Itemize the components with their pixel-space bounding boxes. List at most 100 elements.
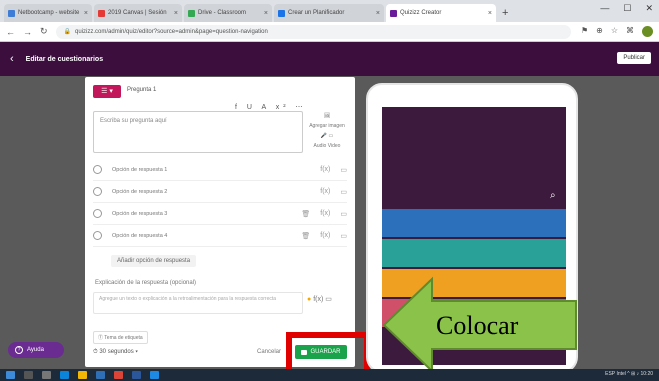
- formula-icon[interactable]: f(x): [320, 188, 330, 196]
- close-icon[interactable]: ×: [485, 10, 492, 17]
- browser-tab[interactable]: 2019 Canvas | Sesión ×: [94, 4, 182, 22]
- close-window-icon[interactable]: ✕: [645, 3, 653, 14]
- photos-icon[interactable]: [150, 371, 159, 379]
- tab-favicon: [188, 9, 195, 17]
- trash-icon[interactable]: 🗑: [301, 232, 310, 240]
- image-icon[interactable]: ▭: [325, 296, 332, 303]
- url-text: quizizz.com/admin/quiz/editor?source=adm…: [75, 28, 268, 35]
- store-icon[interactable]: [96, 371, 105, 379]
- close-icon[interactable]: ×: [261, 10, 268, 17]
- url-field[interactable]: 🔒 quizizz.com/admin/quiz/editor?source=ad…: [55, 24, 571, 39]
- window-controls: — ☐ ✕: [600, 3, 653, 14]
- answer-text[interactable]: Opción de respuesta 3: [112, 211, 301, 217]
- tab-label: 2019 Canvas | Sesión: [108, 10, 167, 16]
- zoom-icon[interactable]: ⊕: [596, 26, 603, 37]
- answer-text[interactable]: Opción de respuesta 2: [112, 189, 320, 195]
- feedback-tools: ● f(x) ▭: [307, 295, 332, 303]
- task-view-icon[interactable]: [42, 371, 51, 379]
- correct-answer-radio[interactable]: [93, 231, 102, 240]
- search-icon[interactable]: [24, 371, 33, 379]
- answer-option[interactable]: Opción de respuesta 2 f(x) ▭: [93, 181, 347, 203]
- question-editor: ☰ ▾ Pregunta 1 f U A x² ⋯ Escriba su pre…: [85, 77, 355, 367]
- star-icon[interactable]: ☆: [611, 26, 618, 37]
- back-icon[interactable]: ←: [6, 27, 15, 37]
- windows-icon[interactable]: [6, 371, 15, 379]
- correct-answer-radio[interactable]: [93, 165, 102, 174]
- formula-icon[interactable]: f(x): [320, 232, 330, 240]
- answer-option[interactable]: Opción de respuesta 3 🗑 f(x) ▭: [93, 203, 347, 225]
- browser-tab-active[interactable]: Quizizz Creator ×: [386, 4, 496, 22]
- avatar[interactable]: [642, 26, 653, 37]
- close-icon[interactable]: ×: [171, 10, 178, 17]
- preview-option-1: [382, 209, 566, 237]
- page-title: Editar de cuestionarios: [25, 55, 104, 63]
- lightbulb-icon[interactable]: ●: [307, 296, 311, 303]
- answer-tools: f(x) ▭: [320, 188, 347, 196]
- add-answer-button[interactable]: Añadir opción de respuesta: [111, 255, 197, 267]
- feedback-label: Explicación de la respuesta (opcional): [95, 280, 197, 286]
- publish-button[interactable]: Publicar: [617, 52, 651, 64]
- media-label: Audio Video: [313, 143, 341, 149]
- image-icon[interactable]: ▭: [340, 210, 347, 218]
- image-icon[interactable]: ▭: [340, 232, 347, 240]
- minimize-icon[interactable]: —: [600, 3, 609, 14]
- word-icon[interactable]: [132, 371, 141, 379]
- system-tray: ESP Intel ^ ⊞ ♪ 10:20: [605, 371, 653, 377]
- folder-icon[interactable]: [78, 371, 87, 379]
- browser-tab[interactable]: Drive - Classroom ×: [184, 4, 272, 22]
- format-toolbar[interactable]: f U A x² ⋯: [235, 103, 307, 111]
- extensions-icon[interactable]: ⚑: [581, 26, 588, 37]
- answer-text[interactable]: Opción de respuesta 1: [112, 167, 320, 173]
- answer-text[interactable]: Opción de respuesta 4: [112, 233, 301, 239]
- question-input[interactable]: Escriba su pregunta aquí: [93, 111, 303, 153]
- formula-icon[interactable]: f(x): [313, 296, 323, 303]
- forward-icon[interactable]: →: [23, 27, 32, 37]
- audio-icon[interactable]: 🎤 ▭: [307, 131, 347, 141]
- maximize-icon[interactable]: ☐: [623, 3, 631, 14]
- new-tab-button[interactable]: +: [502, 7, 508, 19]
- correct-answer-radio[interactable]: [93, 209, 102, 218]
- help-icon: ?: [15, 346, 23, 354]
- answer-tools: f(x) ▭: [320, 166, 347, 174]
- trash-icon[interactable]: 🗑: [301, 210, 310, 218]
- answer-tools: 🗑 f(x) ▭: [301, 210, 347, 218]
- chrome-icon[interactable]: [114, 371, 123, 379]
- formula-icon[interactable]: f(x): [320, 166, 330, 174]
- answer-option[interactable]: Opción de respuesta 4 🗑 f(x) ▭: [93, 225, 347, 247]
- cancel-button[interactable]: Cancelar: [257, 349, 281, 355]
- question-type-dropdown[interactable]: ☰ ▾: [93, 85, 121, 98]
- tab-label: Drive - Classroom: [198, 10, 247, 16]
- magnify-icon[interactable]: ⌕: [550, 190, 556, 201]
- puzzle-icon[interactable]: ⌘: [626, 26, 634, 37]
- preview-option-2: [382, 239, 566, 267]
- close-icon[interactable]: ×: [373, 10, 380, 17]
- feedback-input[interactable]: Agregue un texto o explicación a la retr…: [93, 292, 303, 314]
- time-limit-select[interactable]: ⏱ 30 segundos ▾: [93, 349, 138, 356]
- tab-label: Netbootcamp - website: [18, 10, 80, 16]
- formula-icon[interactable]: f(x): [320, 210, 330, 218]
- app-header: ‹ Editar de cuestionarios Publicar: [0, 42, 659, 76]
- taskbar: ESP Intel ^ ⊞ ♪ 10:20: [0, 369, 659, 381]
- answer-list: Opción de respuesta 1 f(x) ▭ Opción de re…: [93, 159, 347, 247]
- image-icon[interactable]: ▭: [340, 166, 347, 174]
- tab-label: Crear un Planificador: [288, 10, 345, 16]
- question-label: Pregunta 1: [127, 87, 157, 93]
- reload-icon[interactable]: ↻: [40, 26, 48, 37]
- edge-icon[interactable]: [60, 371, 69, 379]
- tag-chip[interactable]: Ⓣ Tema de etiqueta: [93, 331, 148, 344]
- help-label: Ayuda: [27, 347, 44, 353]
- answer-tools: 🗑 f(x) ▭: [301, 232, 347, 240]
- browser-tab[interactable]: Crear un Planificador ×: [274, 4, 384, 22]
- browser-actions: ⚑ ⊕ ☆ ⌘: [581, 26, 653, 37]
- tab-favicon: [278, 9, 285, 17]
- arrow-left-icon[interactable]: ‹: [10, 53, 14, 65]
- tab-favicon: [8, 9, 15, 17]
- close-icon[interactable]: ×: [81, 10, 88, 17]
- image-icon[interactable]: 🖼: [307, 111, 347, 121]
- answer-option[interactable]: Opción de respuesta 1 f(x) ▭: [93, 159, 347, 181]
- image-icon[interactable]: ▭: [340, 188, 347, 196]
- browser-tab[interactable]: Netbootcamp - website ×: [4, 4, 92, 22]
- correct-answer-radio[interactable]: [93, 187, 102, 196]
- add-image-label: Agregar imagen: [309, 123, 345, 129]
- help-button[interactable]: ? Ayuda: [8, 342, 64, 358]
